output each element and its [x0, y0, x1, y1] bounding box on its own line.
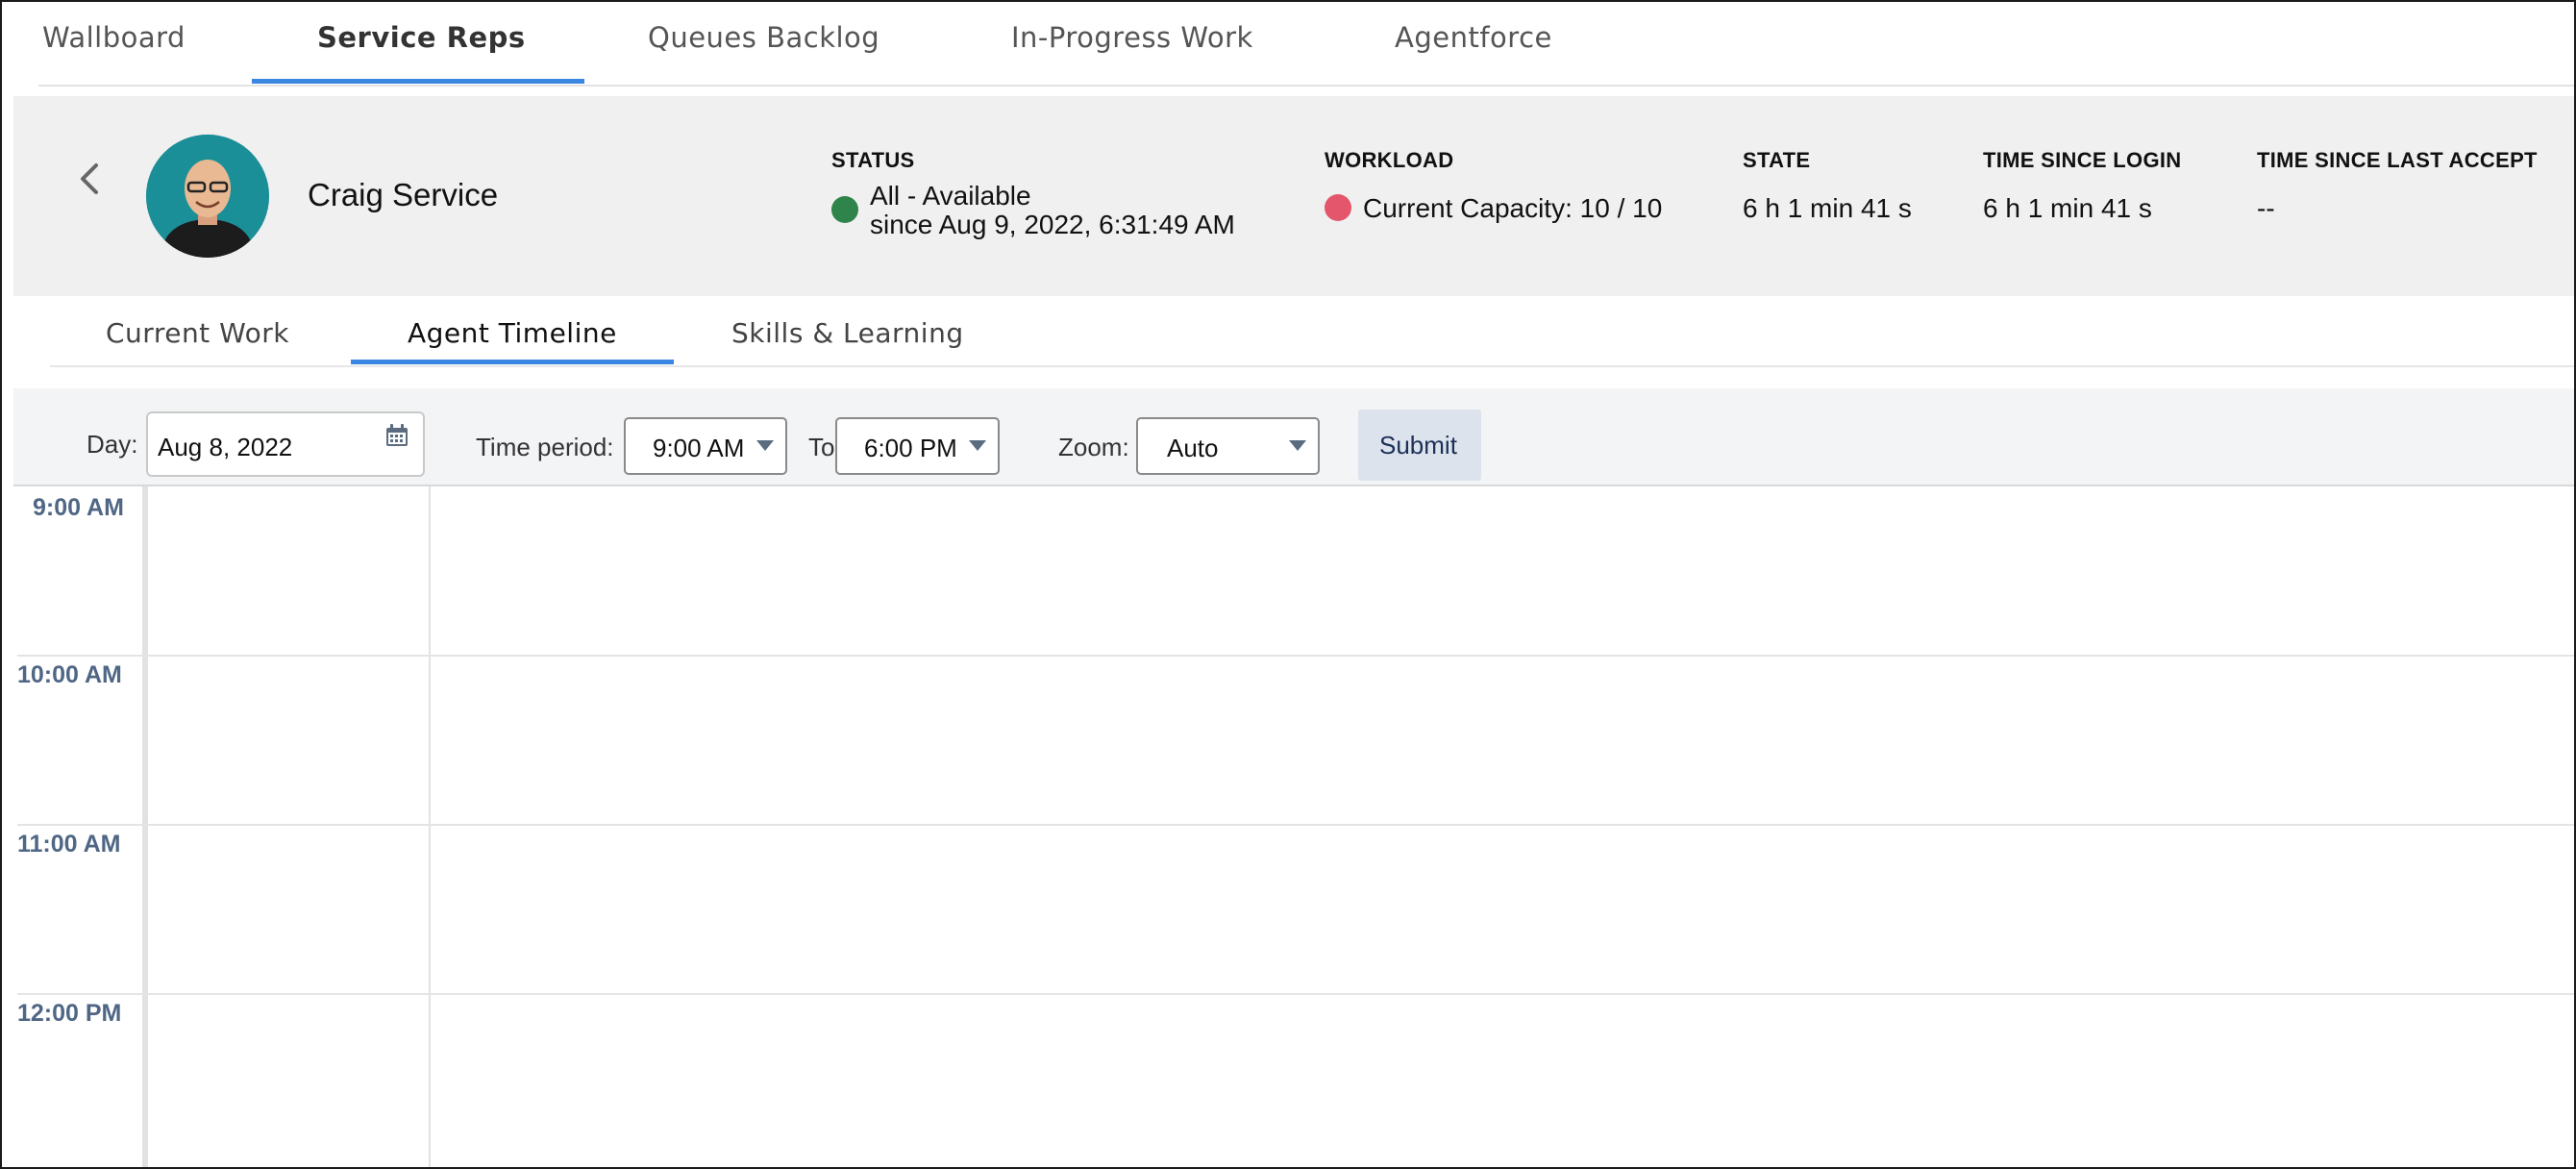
agent-timeline-grid: 9:00 AM 10:00 AM 11:00 AM 12:00 PM — [0, 486, 2576, 1169]
tab-current-work[interactable]: Current Work — [106, 317, 289, 349]
sub-tab-divider — [50, 365, 2576, 367]
login-label: TIME SINCE LOGIN — [1983, 148, 2182, 172]
hour-gridline — [17, 824, 2576, 826]
workload-dot-icon — [1325, 194, 1351, 221]
workload-value: Current Capacity: 10 / 10 — [1363, 193, 1663, 223]
time-to-value: 6:00 PM — [864, 434, 957, 462]
status-since: since Aug 9, 2022, 6:31:49 AM — [870, 210, 1235, 239]
hour-label: 11:00 AM — [17, 831, 121, 858]
timeline-column-divider — [429, 486, 431, 1169]
timeline-axis — [142, 486, 148, 1169]
workload-label: WORKLOAD — [1325, 148, 1454, 172]
calendar-icon[interactable] — [384, 423, 409, 448]
hour-label: 12:00 PM — [17, 1000, 122, 1027]
status-dot-icon — [831, 196, 858, 223]
status-label: STATUS — [831, 148, 915, 172]
hour-label: 9:00 AM — [33, 494, 124, 521]
hour-label: 10:00 AM — [17, 661, 122, 688]
time-from-value: 9:00 AM — [653, 434, 745, 462]
agent-name: Craig Service — [308, 177, 499, 212]
avatar — [146, 135, 269, 258]
chevron-down-icon — [969, 440, 986, 451]
chevron-left-icon[interactable] — [75, 160, 104, 198]
chevron-down-icon — [756, 440, 774, 451]
submit-label: Submit — [1379, 431, 1457, 460]
zoom-select[interactable]: Auto — [1136, 417, 1320, 475]
active-tab-indicator — [252, 79, 584, 84]
status-value: All - Available — [870, 181, 1031, 211]
hour-gridline — [17, 655, 2576, 657]
login-value: 6 h 1 min 41 s — [1983, 193, 2152, 223]
last-accept-value: -- — [2257, 193, 2275, 223]
submit-button[interactable]: Submit — [1358, 410, 1481, 481]
tab-divider — [38, 85, 2576, 87]
day-label: Day: — [87, 430, 138, 459]
time-from-select[interactable]: 9:00 AM — [624, 417, 787, 475]
day-value: Aug 8, 2022 — [158, 433, 293, 461]
time-period-label: Time period: — [476, 433, 614, 461]
state-label: STATE — [1743, 148, 1811, 172]
state-value: 6 h 1 min 41 s — [1743, 193, 1912, 223]
time-to-select[interactable]: 6:00 PM — [835, 417, 1000, 475]
tab-queues-backlog[interactable]: Queues Backlog — [648, 21, 879, 54]
chevron-down-icon — [1289, 440, 1306, 451]
last-accept-label: TIME SINCE LAST ACCEPT — [2257, 148, 2538, 172]
hour-gridline — [17, 993, 2576, 995]
day-input[interactable]: Aug 8, 2022 — [146, 411, 425, 477]
zoom-label: Zoom: — [1058, 433, 1129, 461]
tab-in-progress-work[interactable]: In-Progress Work — [1011, 21, 1253, 54]
tab-agentforce[interactable]: Agentforce — [1395, 21, 1552, 54]
tab-service-reps[interactable]: Service Reps — [317, 21, 526, 54]
tab-agent-timeline[interactable]: Agent Timeline — [408, 317, 617, 349]
active-subtab-indicator — [351, 360, 674, 364]
tab-wallboard[interactable]: Wallboard — [42, 21, 186, 54]
agent-header: Craig Service STATUS All - Available sin… — [13, 96, 2576, 296]
zoom-value: Auto — [1167, 434, 1219, 462]
to-label: To — [808, 433, 835, 461]
tab-skills-learning[interactable]: Skills & Learning — [731, 317, 964, 349]
top-tab-bar: Wallboard Service Reps Queues Backlog In… — [0, 0, 2576, 87]
